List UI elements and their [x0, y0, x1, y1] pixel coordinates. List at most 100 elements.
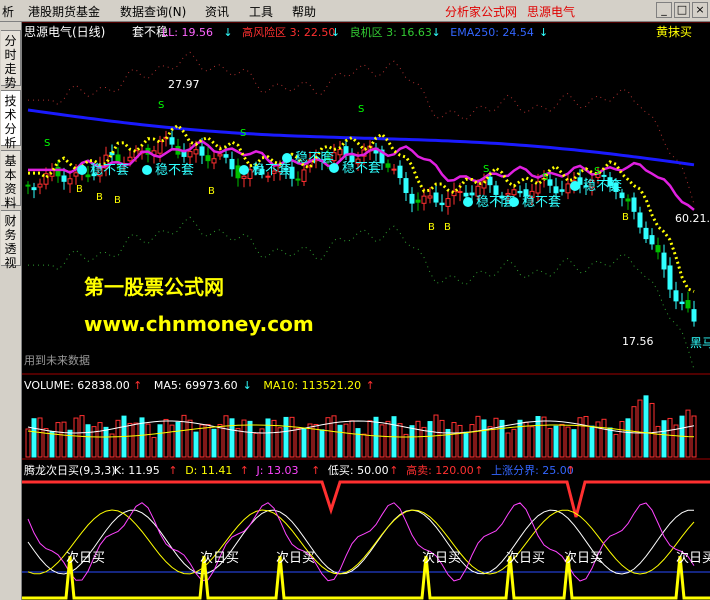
- right-price-label: 60.21.5: [675, 212, 710, 225]
- candle-body: [427, 195, 433, 199]
- volume-bar: [373, 416, 379, 458]
- menu-item-analysis[interactable]: 析: [2, 3, 14, 20]
- volume-bar: [349, 420, 355, 458]
- indicator-label: 高卖: 120.00: [406, 463, 474, 477]
- buy-marker: B: [114, 195, 121, 206]
- signal-dot: [570, 181, 580, 191]
- volume-bar: [667, 417, 673, 458]
- candle-body: [403, 178, 409, 193]
- volume-bar: [343, 423, 349, 458]
- volume-bar: [319, 429, 325, 458]
- stock-chart[interactable]: 稳不套 稳不套 稳不套稳不套稳不套稳不套 稳不套稳不套BB BBB BBSSSSSSS 次…: [22, 22, 710, 600]
- indicator-label: LL: 19.56: [162, 26, 213, 39]
- signal-dot: [142, 165, 152, 175]
- volume-bar: [169, 424, 175, 458]
- buy-signal-label: 次日买: [506, 550, 545, 566]
- volume-bar: [547, 428, 553, 458]
- main-panel-title: 思源电气(日线): [24, 24, 105, 39]
- volume-bar: [103, 426, 109, 458]
- tab-fundamentals[interactable]: 基本资料: [1, 150, 21, 210]
- volume-bar: [451, 422, 457, 458]
- menu-bar: 析 港股期货基金 数据查询(N) 资讯 工具 帮助 分析家公式网 思源电气 _ …: [0, 0, 710, 22]
- volume-bar: [415, 420, 421, 458]
- volume-bar: [115, 419, 121, 458]
- menu-item-help[interactable]: 帮助: [292, 3, 316, 20]
- maximize-button[interactable]: □: [674, 2, 690, 18]
- menu-item-data-query[interactable]: 数据查询(N): [120, 3, 186, 20]
- candle-body: [643, 227, 649, 240]
- candle-body: [463, 192, 469, 197]
- sell-tag: 稳不套: [295, 150, 334, 166]
- volume-bar: [577, 417, 583, 458]
- volume-bar: [457, 424, 463, 458]
- candle-body: [493, 185, 499, 195]
- volume-bar: [157, 424, 163, 458]
- trend-arrow: ↓: [243, 379, 252, 392]
- volume-bar: [85, 424, 91, 458]
- menu-item-tools[interactable]: 工具: [249, 3, 273, 20]
- trend-arrow: ↑: [566, 464, 575, 477]
- candle-body: [61, 175, 67, 182]
- kdj-panel[interactable]: 次日买 次日买 次日买 次日买 次日买 次日买 次日买: [22, 480, 710, 600]
- volume-bar: [511, 428, 517, 458]
- volume-bar: [421, 426, 427, 458]
- volume-bar: [187, 419, 193, 458]
- candle-body: [553, 186, 559, 194]
- volume-bar: [331, 415, 337, 458]
- trend-arrow: ↑: [168, 464, 177, 477]
- volume-bar: [379, 424, 385, 458]
- trend-arrow: ↑: [366, 379, 375, 392]
- candle-body: [469, 192, 475, 196]
- candle-body: [445, 198, 451, 207]
- candle-body: [601, 174, 607, 177]
- buy-signal-label: 次日买: [66, 550, 105, 566]
- volume-bar: [361, 433, 367, 458]
- sell-marker: S: [240, 128, 246, 139]
- buy-signal-label: 次日买: [676, 550, 710, 566]
- signal-dot: [77, 165, 87, 175]
- candle-body: [115, 154, 121, 162]
- volume-bar: [517, 419, 523, 458]
- volume-bar: [127, 422, 133, 458]
- candle-body: [421, 195, 427, 204]
- tab-intraday[interactable]: 分时走势: [1, 30, 21, 90]
- volume-bar: [685, 409, 691, 458]
- indicator-label: 高风险区 3: 22.50: [242, 25, 335, 39]
- candle-body: [409, 193, 415, 204]
- volume-bar: [397, 423, 403, 458]
- candle-body: [631, 197, 637, 212]
- volume-bar: [229, 418, 235, 458]
- tab-technical[interactable]: 技术分析: [1, 90, 21, 150]
- black-horse-label: 黑马: [690, 336, 710, 350]
- tab-financials[interactable]: 财务透视: [1, 210, 21, 270]
- volume-bar: [301, 428, 307, 458]
- candle-body: [223, 154, 229, 158]
- watermark-title: 第一股票公式网: [84, 275, 224, 299]
- menu-item-news[interactable]: 资讯: [205, 3, 229, 20]
- candle-body: [397, 165, 403, 179]
- menu-item-hk-futures[interactable]: 港股期货基金: [28, 3, 100, 20]
- sell-marker: S: [358, 104, 364, 115]
- watermark-url: www.chnmoney.com: [84, 312, 314, 336]
- buy-marker: B: [208, 186, 215, 197]
- close-button[interactable]: ×: [692, 2, 708, 18]
- volume-bar: [199, 424, 205, 458]
- volume-bar: [439, 419, 445, 458]
- volume-bar: [559, 423, 565, 458]
- volume-bar: [289, 416, 295, 458]
- candle-body: [301, 169, 307, 182]
- volume-bar: [601, 418, 607, 458]
- volume-bar: [607, 427, 613, 458]
- buy-signal-label: 次日买: [564, 550, 603, 566]
- trend-arrow: ↑: [389, 464, 398, 477]
- minimize-button[interactable]: _: [656, 2, 672, 18]
- candle-body: [211, 158, 217, 164]
- volume-bar: [25, 428, 31, 458]
- volume-panel[interactable]: [25, 395, 697, 458]
- volume-bar: [55, 422, 61, 458]
- volume-bar: [73, 417, 79, 458]
- volume-bar: [589, 425, 595, 458]
- volume-bar: [175, 421, 181, 458]
- candle-body: [559, 189, 565, 192]
- volume-bar: [649, 402, 655, 458]
